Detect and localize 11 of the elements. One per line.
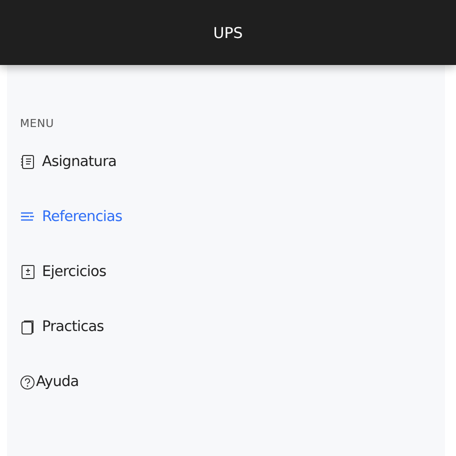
help-icon xyxy=(20,374,35,390)
menu-item[interactable]: Referencias xyxy=(20,207,445,227)
pages-icon xyxy=(20,319,36,335)
menu-heading: MENU xyxy=(20,117,55,130)
menu-item[interactable]: Ejercicios xyxy=(20,262,445,282)
document-icon xyxy=(20,154,36,170)
app-title: UPS xyxy=(213,24,243,42)
plus-minus-icon xyxy=(20,264,36,280)
menu-item[interactable]: Asignatura xyxy=(20,152,445,172)
menu-item[interactable]: Ayuda xyxy=(20,372,445,392)
menu-item[interactable]: Practicas xyxy=(20,317,445,337)
